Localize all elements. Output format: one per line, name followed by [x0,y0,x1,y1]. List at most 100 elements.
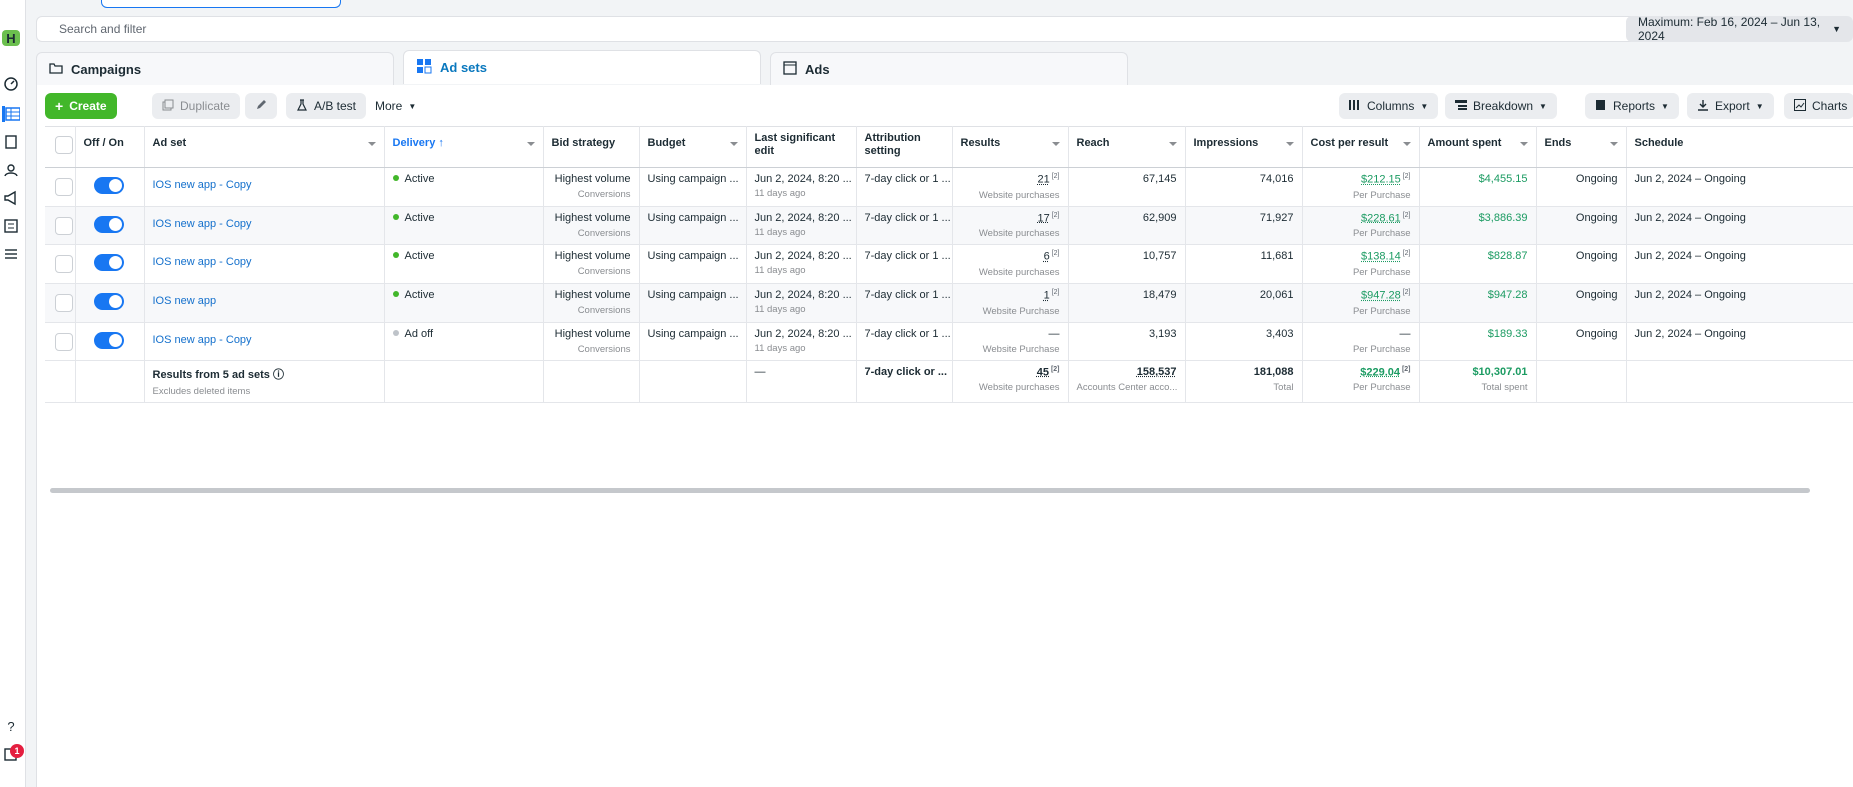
ad-set-name-link[interactable]: IOS new app - Copy [153,179,376,191]
results-value[interactable]: 17 [1038,212,1050,224]
columns-button[interactable]: Columns ▼ [1339,93,1439,119]
col-amount-spent[interactable]: Amount spent [1419,126,1537,168]
search-filter-bar[interactable]: Search and filter [36,16,1646,42]
col-delivery-label: Delivery [392,137,436,149]
col-ends[interactable]: Ends [1536,126,1627,168]
date-range-picker[interactable]: Maximum: Feb 16, 2024 – Jun 13, 2024 ▼ [1626,15,1853,43]
col-cost-per-result[interactable]: Cost per result [1302,126,1420,168]
menu-icon[interactable] [2,246,20,262]
col-results[interactable]: Results [952,126,1069,168]
charts-button[interactable]: Charts [1784,93,1853,119]
cpr-value[interactable]: $228.61 [1361,212,1401,224]
megaphone-icon[interactable] [2,190,20,206]
col-impressions[interactable]: Impressions [1185,126,1303,168]
tab-campaigns[interactable]: Campaigns [36,52,394,85]
campaigns-table-icon[interactable] [2,106,20,122]
sort-icon[interactable] [1051,142,1060,146]
sort-icon[interactable] [367,142,376,146]
row-toggle-cell [75,244,145,284]
ad-set-name-link[interactable]: IOS new app - Copy [153,256,376,268]
totals-edit: — [754,365,766,378]
ab-test-button[interactable]: A/B test [286,93,367,119]
results-value[interactable]: — [1049,328,1060,340]
totals-results[interactable]: 45 [1037,366,1049,378]
search-input[interactable]: Search and filter [59,22,146,36]
totals-reach-cell: 158,537 Accounts Center acco... [1068,360,1186,403]
top-input-fragment[interactable] [101,0,341,8]
sort-icon[interactable] [1285,142,1294,146]
col-off-on[interactable]: Off / On [75,126,145,168]
account-avatar[interactable]: H [2,30,20,46]
select-all-checkbox[interactable] [55,136,73,154]
totals-empty-cell [1626,360,1853,403]
table-row[interactable]: IOS new app - Copy Active Highest volume… [45,244,1853,284]
sort-icon[interactable] [1402,142,1411,146]
totals-cpr[interactable]: $229.04 [1360,366,1400,378]
cpr-value[interactable]: $138.14 [1361,251,1401,263]
col-budget[interactable]: Budget [639,126,747,168]
row-checkbox[interactable] [55,332,73,351]
sort-icon[interactable] [1609,142,1618,146]
col-schedule[interactable]: Schedule [1626,126,1853,168]
audiences-icon[interactable] [2,162,20,178]
table-row[interactable]: IOS new app - Copy Active Highest volume… [45,167,1853,207]
cpr-sub: Per Purchase [1352,305,1411,317]
col-last-edit[interactable]: Last significant edit [746,126,857,168]
last-edit-value[interactable]: Jun 2, 2024, 8:20 ... [755,212,852,224]
breakdown-button[interactable]: Breakdown ▼ [1445,93,1557,119]
col-attribution[interactable]: Attribution setting [856,126,953,168]
row-checkbox[interactable] [55,216,73,235]
tab-ads[interactable]: Ads [770,52,1128,85]
results-value[interactable]: 21 [1038,174,1050,186]
horizontal-scrollbar[interactable] [50,488,1810,493]
col-reach[interactable]: Reach [1068,126,1186,168]
totals-reach[interactable]: 158,537 [1137,366,1177,378]
col-bid-strategy[interactable]: Bid strategy [543,126,640,168]
col-delivery[interactable]: Delivery ↑ [384,126,544,168]
tab-ad-sets[interactable]: Ad sets [403,50,761,84]
table-row[interactable]: IOS new app Active Highest volume Convers… [45,283,1853,323]
table-row[interactable]: IOS new app - Copy Active Highest volume… [45,206,1853,246]
sort-icon[interactable] [526,142,535,146]
arrow-up-icon: ↑ [438,137,444,149]
on-off-toggle[interactable] [93,215,124,233]
sort-icon[interactable] [729,142,738,146]
export-button[interactable]: Export ▼ [1687,93,1774,119]
sort-icon[interactable] [1168,142,1177,146]
pages-icon[interactable] [2,134,20,150]
last-edit-value[interactable]: Jun 2, 2024, 8:20 ... [755,289,852,301]
on-off-toggle[interactable] [93,331,124,349]
cpr-value[interactable]: $212.15 [1361,174,1401,186]
last-edit-value[interactable]: Jun 2, 2024, 8:20 ... [755,328,852,340]
cpr-value[interactable]: — [1400,328,1411,340]
last-edit-sub: 11 days ago [754,342,806,354]
duplicate-button[interactable]: Duplicate [152,93,241,119]
help-icon[interactable]: ? [2,718,20,734]
row-select-cell [45,283,76,323]
table-row[interactable]: IOS new app - Copy Ad off Highest volume… [45,322,1853,361]
row-checkbox[interactable] [55,255,73,274]
results-cell: 17 [2] Website purchases [952,206,1069,246]
cpr-sub: Per Purchase [1352,343,1411,355]
ad-set-name-link[interactable]: IOS new app - Copy [153,218,376,230]
totals-results-cell: 45 [2] Website purchases [952,360,1069,403]
row-checkbox[interactable] [55,293,73,312]
ad-set-name-link[interactable]: IOS new app - Copy [153,334,376,346]
dashboard-icon[interactable] [2,76,20,92]
col-ad-set[interactable]: Ad set [144,126,385,168]
catalog-icon[interactable] [2,218,20,234]
edit-button[interactable] [245,93,277,119]
last-edit-value[interactable]: Jun 2, 2024, 8:20 ... [755,250,852,262]
select-all-header[interactable] [45,126,76,168]
last-edit-value[interactable]: Jun 2, 2024, 8:20 ... [755,173,852,185]
more-button[interactable]: More ▼ [365,93,426,119]
cpr-value[interactable]: $947.28 [1361,290,1401,302]
on-off-toggle[interactable] [93,254,124,272]
reports-button[interactable]: Reports ▼ [1585,93,1679,119]
on-off-toggle[interactable] [93,177,124,194]
create-button[interactable]: + Create [45,93,117,119]
sort-icon[interactable] [1519,142,1528,146]
ad-set-name-link[interactable]: IOS new app [153,295,376,307]
row-checkbox[interactable] [55,178,73,196]
on-off-toggle[interactable] [93,292,124,310]
